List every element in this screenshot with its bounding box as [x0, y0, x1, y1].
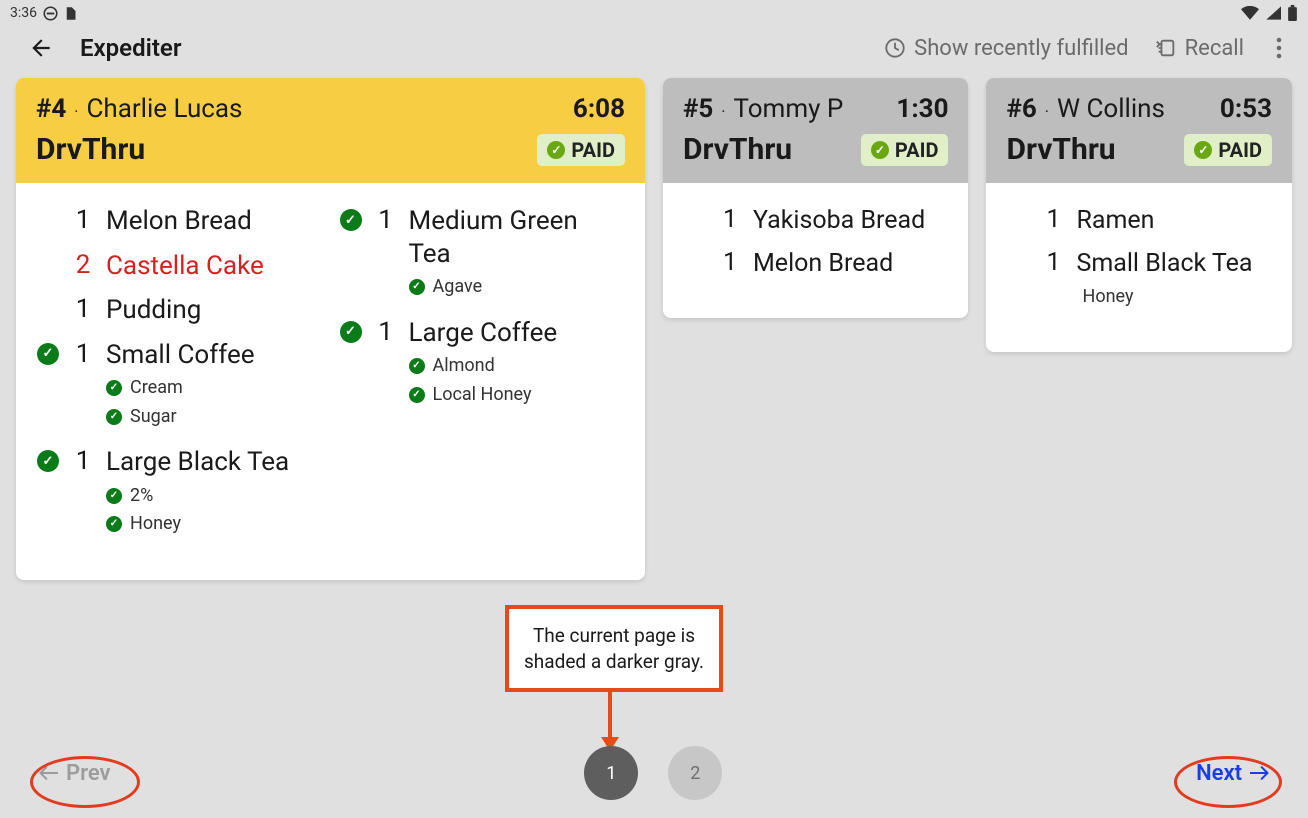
show-recently-fulfilled-button[interactable]: Show recently fulfilled [884, 36, 1128, 61]
check-icon [547, 141, 565, 159]
ticket-elapsed: 1:30 [896, 94, 948, 124]
modifier: 2% [106, 485, 323, 508]
ticket-elapsed: 0:53 [1220, 94, 1272, 124]
annotation-ellipse-icon [30, 756, 140, 808]
ticket-customer: Charlie Lucas [86, 94, 242, 124]
check-icon [340, 209, 362, 231]
check-icon [340, 321, 362, 343]
wifi-icon [1241, 6, 1259, 20]
ticket-channel: DrvThru [36, 132, 145, 167]
check-icon [106, 409, 122, 425]
modifier: Honey [106, 513, 323, 536]
check-icon [1194, 141, 1212, 159]
check-icon [409, 279, 425, 295]
action-label: Show recently fulfilled [914, 36, 1128, 61]
bottom-nav: Prev 1 2 Next [0, 746, 1308, 800]
action-label: Recall [1185, 36, 1244, 61]
status-time: 3:36 [10, 5, 37, 21]
page-dot[interactable]: 1 [584, 746, 638, 800]
modifier: Agave [409, 276, 626, 299]
line-item[interactable]: 1 Medium Green Tea Agave [339, 205, 626, 305]
annotation-arrow-icon [608, 691, 612, 749]
ticket-body: 1 Ramen 1 Small Black Tea Honey [986, 183, 1292, 352]
app-bar: Expediter Show recently fulfilled Recall [0, 24, 1308, 78]
ticket-customer: Tommy P [733, 94, 843, 124]
modifier: Honey [1082, 286, 1272, 309]
paid-badge: PAID [861, 134, 949, 166]
check-icon [409, 387, 425, 403]
line-item[interactable]: 1 Melon Bread [683, 248, 949, 279]
sim-icon [64, 6, 77, 21]
recall-button[interactable]: Recall [1155, 36, 1244, 61]
ticket-header: #4 · Charlie Lucas 6:08 DrvThru PAID [16, 78, 645, 183]
modifier: Local Honey [409, 384, 626, 407]
check-icon [106, 488, 122, 504]
line-item[interactable]: 1 Large Coffee Almond Local Honey [339, 317, 626, 413]
modifier: Cream [106, 377, 323, 400]
ticket-number: #4 [36, 94, 66, 124]
line-item[interactable]: 1 Ramen [1006, 205, 1272, 236]
overflow-menu-button[interactable] [1270, 37, 1288, 59]
check-icon [871, 141, 889, 159]
ticket-card[interactable]: #6 · W Collins 0:53 DrvThru PAID 1 Ram [986, 78, 1292, 352]
page-dot[interactable]: 2 [668, 746, 722, 800]
status-bar: 3:36 [0, 0, 1308, 24]
ticket-card[interactable]: #4 · Charlie Lucas 6:08 DrvThru PAID 1 [16, 78, 645, 580]
modifier: Sugar [106, 406, 323, 429]
check-icon [106, 516, 122, 532]
tickets-row: #4 · Charlie Lucas 6:08 DrvThru PAID 1 [0, 78, 1308, 580]
ticket-body: 1 Melon Bread 2 Castella Cake 1 Pudding … [16, 183, 645, 580]
paid-badge: PAID [537, 134, 625, 166]
do-not-disturb-icon [43, 6, 58, 21]
line-item[interactable]: 1 Yakisoba Bread [683, 205, 949, 236]
line-item[interactable]: 1 Melon Bread [36, 205, 323, 238]
ticket-body: 1 Yakisoba Bread 1 Melon Bread [663, 183, 969, 318]
check-icon [37, 450, 59, 472]
line-item[interactable]: 1 Small Coffee Cream Sugar [36, 339, 323, 435]
clock-icon [884, 37, 906, 59]
ticket-number: #6 [1006, 94, 1036, 124]
check-icon [37, 343, 59, 365]
paid-badge: PAID [1184, 134, 1272, 166]
annotation-callout: The current page is shaded a darker gray… [505, 605, 723, 692]
modifier: Almond [409, 355, 626, 378]
check-icon [106, 380, 122, 396]
back-button[interactable] [28, 35, 54, 61]
ticket-elapsed: 6:08 [573, 94, 625, 124]
ticket-customer: W Collins [1057, 94, 1165, 124]
ticket-header: #6 · W Collins 0:53 DrvThru PAID [986, 78, 1292, 183]
cell-signal-icon [1265, 6, 1281, 20]
annotation-ellipse-icon [1174, 756, 1282, 808]
line-item[interactable]: 1 Large Black Tea 2% Honey [36, 446, 323, 542]
ticket-card[interactable]: #5 · Tommy P 1:30 DrvThru PAID 1 Yakis [663, 78, 969, 318]
line-item[interactable]: 1 Small Black Tea Honey [1006, 248, 1272, 314]
check-icon [409, 358, 425, 374]
page-indicator: 1 2 [584, 746, 722, 800]
battery-icon [1287, 5, 1298, 21]
recall-icon [1155, 37, 1177, 59]
ticket-channel: DrvThru [1006, 132, 1115, 167]
ticket-number: #5 [683, 94, 713, 124]
line-item[interactable]: 1 Pudding [36, 294, 323, 327]
page-title: Expediter [80, 34, 181, 62]
ticket-channel: DrvThru [683, 132, 792, 167]
line-item[interactable]: 2 Castella Cake [36, 250, 323, 283]
ticket-header: #5 · Tommy P 1:30 DrvThru PAID [663, 78, 969, 183]
